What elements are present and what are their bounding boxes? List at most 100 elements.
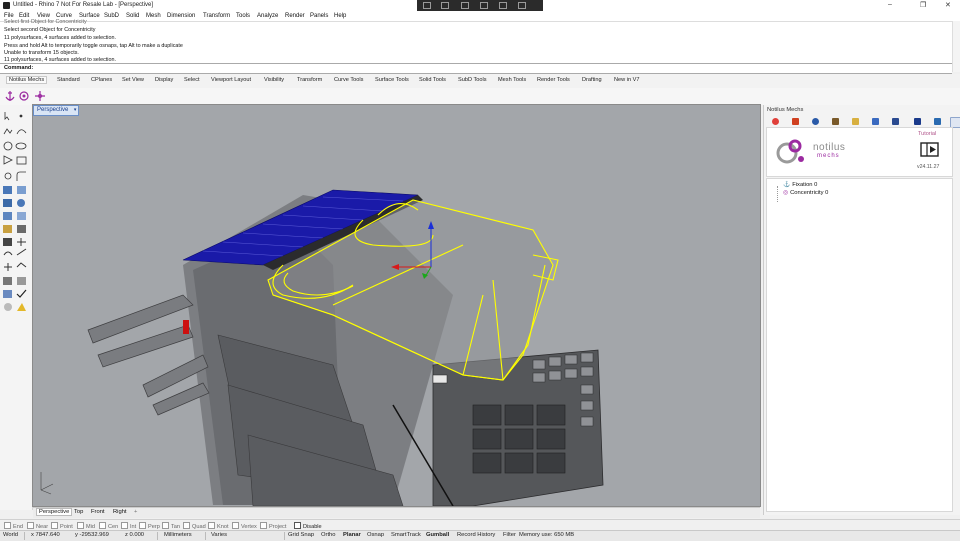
transform-icon[interactable] — [17, 238, 26, 246]
shield-icon[interactable] — [792, 118, 799, 125]
tree-item-fixation[interactable]: ⚓ Fixation 0 — [783, 182, 817, 188]
mirror-icon[interactable] — [16, 262, 27, 268]
osnap-perp[interactable]: Perp — [139, 522, 160, 530]
tab-right[interactable]: Right — [113, 509, 127, 515]
tutorial-label[interactable]: Tutorial — [918, 131, 936, 137]
viewport-title-tab[interactable]: Perspective ▾ — [33, 105, 80, 116]
osnap-project[interactable]: Project — [260, 522, 286, 530]
tab-cplanes[interactable]: CPlanes — [91, 77, 112, 83]
minimize-icon[interactable]: – — [888, 1, 892, 8]
tab-front[interactable]: Front — [91, 509, 105, 515]
pipe-icon[interactable] — [17, 212, 26, 220]
extrude-icon[interactable] — [3, 212, 12, 220]
sculpt-icon[interactable] — [3, 238, 12, 246]
tab-standard[interactable]: Standard — [57, 77, 80, 83]
tab-notilus-mechs[interactable]: Notilus Mechs — [6, 76, 48, 84]
units-label[interactable]: Millimeters — [164, 532, 192, 538]
tab-render-tools[interactable]: Render Tools — [537, 77, 570, 83]
tab-transform[interactable]: Transform — [297, 77, 322, 83]
menu-transform[interactable]: Transform — [203, 13, 230, 19]
toggle-planar[interactable]: Planar — [343, 532, 361, 538]
osnap-end[interactable]: End — [4, 522, 23, 530]
box-icon[interactable] — [3, 199, 12, 207]
tab-surface-tools[interactable]: Surface Tools — [375, 77, 409, 83]
rotate-icon[interactable] — [3, 251, 13, 256]
tool-icon[interactable] — [441, 2, 449, 9]
group-icon[interactable] — [17, 277, 26, 285]
boolean-icon[interactable] — [3, 225, 12, 233]
tool-icon[interactable] — [480, 2, 488, 9]
sphere-icon[interactable] — [17, 199, 25, 207]
close-icon[interactable]: ✕ — [945, 1, 951, 9]
move-icon[interactable] — [4, 263, 12, 271]
chevron-down-icon[interactable]: ▾ — [74, 106, 77, 115]
dimension-icon[interactable] — [3, 290, 12, 298]
curve-icon[interactable] — [16, 129, 27, 135]
offset-icon[interactable] — [4, 172, 12, 180]
check-icon[interactable] — [16, 289, 27, 298]
tab-visibility[interactable]: Visibility — [264, 77, 284, 83]
tab-select[interactable]: Select — [184, 77, 200, 83]
pencil-icon[interactable] — [832, 118, 839, 125]
grid-icon[interactable] — [892, 118, 899, 125]
scale-icon[interactable] — [16, 248, 27, 256]
osnap-disable[interactable]: Disable — [294, 522, 322, 530]
color-wheel-icon[interactable] — [772, 118, 779, 125]
circle-icon[interactable] — [3, 141, 13, 151]
menu-subd[interactable]: SubD — [104, 13, 119, 19]
osnap-int[interactable]: Int — [121, 522, 136, 530]
tutorial-book-icon[interactable] — [920, 142, 940, 158]
menu-panels[interactable]: Panels — [310, 13, 328, 19]
triangle-icon[interactable] — [3, 155, 13, 165]
toggle-record-history[interactable]: Record History — [457, 532, 495, 538]
tab-viewport-layout[interactable]: Viewport Layout — [211, 77, 251, 83]
tab-display[interactable]: Display — [155, 77, 173, 83]
perspective-viewport[interactable] — [32, 104, 761, 507]
osnap-vertex[interactable]: Vertex — [232, 522, 257, 530]
select-arrow-icon[interactable] — [4, 112, 10, 121]
osnap-tan[interactable]: Tan — [162, 522, 180, 530]
menu-help[interactable]: Help — [334, 13, 346, 19]
osnap-point[interactable]: Point — [51, 522, 73, 530]
tab-set-view[interactable]: Set View — [122, 77, 144, 83]
osnap-mid[interactable]: Mid — [77, 522, 95, 530]
osnap-cen[interactable]: Cen — [99, 522, 118, 530]
tool-icon[interactable] — [499, 2, 507, 9]
display-icon[interactable] — [914, 118, 921, 125]
tab-subd-tools[interactable]: SubD Tools — [458, 77, 487, 83]
surface-icon[interactable] — [3, 186, 12, 194]
toggle-grid-snap[interactable]: Grid Snap — [288, 532, 314, 538]
osnap-knot[interactable]: Knot — [208, 522, 229, 530]
axis-icon[interactable] — [35, 91, 45, 101]
layers-icon[interactable] — [872, 118, 879, 125]
folder-icon[interactable] — [852, 118, 859, 125]
tab-perspective[interactable]: Perspective — [36, 508, 73, 516]
tab-drafting[interactable]: Drafting — [582, 77, 602, 83]
tree-item-concentricity[interactable]: ◎ Concentricity 0 — [783, 190, 828, 196]
osnap-near[interactable]: Near — [27, 522, 48, 530]
concentric-icon[interactable] — [19, 91, 29, 101]
render-icon[interactable] — [4, 303, 12, 311]
anchor-icon[interactable] — [5, 91, 15, 101]
mesh-icon[interactable] — [17, 225, 26, 233]
tab-top[interactable]: Top — [74, 509, 83, 515]
point-icon[interactable] — [19, 114, 23, 118]
fillet-icon[interactable] — [16, 171, 26, 181]
polyline-icon[interactable] — [3, 128, 13, 135]
loft-icon[interactable] — [17, 186, 26, 194]
globe-icon[interactable] — [812, 118, 819, 125]
tool-icon[interactable] — [518, 2, 526, 9]
add-viewport-icon[interactable]: + — [134, 509, 137, 515]
tab-mesh-tools[interactable]: Mesh Tools — [498, 77, 526, 83]
light-icon[interactable] — [17, 303, 26, 311]
toggle-smarttrack[interactable]: SmartTrack — [391, 532, 421, 538]
menu-analyze[interactable]: Analyze — [257, 13, 278, 19]
history-scrollbar[interactable] — [952, 21, 960, 72]
restore-icon[interactable]: ❐ — [920, 1, 926, 9]
menu-solid[interactable]: Solid — [126, 13, 139, 19]
rectangle-icon[interactable] — [16, 156, 27, 165]
toggle-gumball[interactable]: Gumball — [426, 532, 449, 538]
menu-mesh[interactable]: Mesh — [146, 13, 161, 19]
tool-icon[interactable] — [461, 2, 469, 9]
array-icon[interactable] — [3, 277, 12, 285]
